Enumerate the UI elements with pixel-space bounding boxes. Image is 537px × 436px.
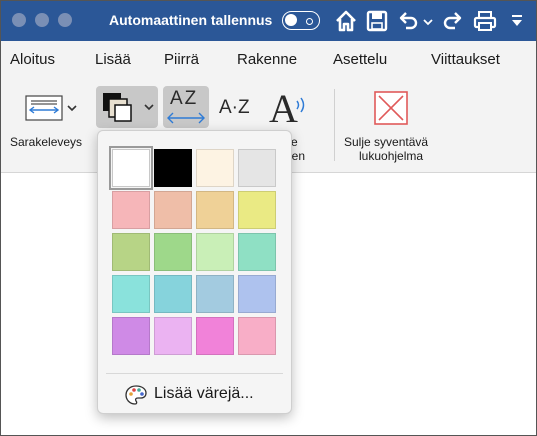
more-colors-button[interactable]: Lisää värejä... <box>122 383 272 407</box>
minimize-window-button[interactable] <box>35 13 49 27</box>
autosave-toggle[interactable] <box>282 11 320 30</box>
palette-icon <box>125 385 147 405</box>
toggle-off-indicator <box>306 18 313 25</box>
redo-icon[interactable] <box>442 9 464 33</box>
color-swatch[interactable] <box>238 191 276 229</box>
tab-viittaukset[interactable]: Viittaukset <box>431 51 500 68</box>
color-swatch[interactable] <box>238 149 276 187</box>
color-swatch[interactable] <box>238 233 276 271</box>
menu-divider <box>106 373 283 374</box>
undo-icon[interactable] <box>397 9 419 33</box>
toggle-knob <box>285 14 297 26</box>
color-swatch[interactable] <box>238 317 276 355</box>
text-spacing-icon-text: AZ <box>170 88 199 109</box>
sound-waves-icon <box>296 97 305 113</box>
tab-lisaa[interactable]: Lisää <box>95 51 131 68</box>
color-swatch[interactable] <box>154 317 192 355</box>
page-color-menu: Lisää värejä... <box>97 130 292 414</box>
print-icon[interactable] <box>473 9 497 33</box>
color-swatch[interactable] <box>196 149 234 187</box>
text-spacing-button[interactable]: AZ <box>163 86 209 128</box>
close-window-button[interactable] <box>12 13 26 27</box>
read-aloud-icon: A <box>269 86 298 131</box>
chevron-down-icon <box>144 104 154 111</box>
color-swatch[interactable] <box>196 275 234 313</box>
title-bar: Automaattinen tallennus <box>1 1 536 41</box>
column-width-label: Sarakeleveys <box>10 135 83 149</box>
zoom-window-button[interactable] <box>58 13 72 27</box>
color-swatch[interactable] <box>154 275 192 313</box>
text-spacing-label-partial: e <box>291 135 298 149</box>
color-swatch[interactable] <box>196 317 234 355</box>
text-spacing-arrow-icon <box>167 112 205 124</box>
ribbon-tabs: Aloitus Lisää Piirrä Rakenne Asettelu Vi… <box>1 41 536 77</box>
ribbon-separator <box>334 89 335 161</box>
close-reader-label-line1: Sulje syventävä <box>344 135 429 149</box>
color-swatch[interactable] <box>112 233 150 271</box>
tab-piirra[interactable]: Piirrä <box>164 51 199 68</box>
color-swatch[interactable] <box>112 317 150 355</box>
color-swatch[interactable] <box>112 191 150 229</box>
autosave-label: Automaattinen tallennus <box>109 12 273 28</box>
undo-dropdown-chevron-icon[interactable] <box>422 9 434 33</box>
tab-aloitus[interactable]: Aloitus <box>10 51 55 68</box>
color-swatch[interactable] <box>196 191 234 229</box>
page-color-button[interactable] <box>96 86 158 128</box>
more-colors-label: Lisää värejä... <box>154 385 254 402</box>
color-swatch[interactable] <box>154 191 192 229</box>
color-swatch[interactable] <box>109 146 153 190</box>
word-window: Automaattinen tallennus Aloitus Lisää Pi… <box>0 0 537 436</box>
chevron-down-icon <box>67 105 77 112</box>
close-reader-label-line2: lukuohjelma <box>359 149 424 163</box>
column-width-icon <box>25 95 63 121</box>
color-swatch[interactable] <box>238 275 276 313</box>
save-icon[interactable] <box>366 9 388 33</box>
color-swatch[interactable] <box>154 149 192 187</box>
color-swatch[interactable] <box>154 233 192 271</box>
color-swatch[interactable] <box>112 275 150 313</box>
tab-rakenne[interactable]: Rakenne <box>237 51 297 68</box>
home-icon[interactable] <box>334 9 358 33</box>
customize-toolbar-icon[interactable] <box>510 13 524 29</box>
page-color-icon <box>103 93 132 122</box>
color-swatch[interactable] <box>196 233 234 271</box>
close-icon <box>374 91 408 125</box>
syllables-icon[interactable]: A·Z <box>219 97 250 119</box>
tab-asettelu[interactable]: Asettelu <box>333 51 387 68</box>
